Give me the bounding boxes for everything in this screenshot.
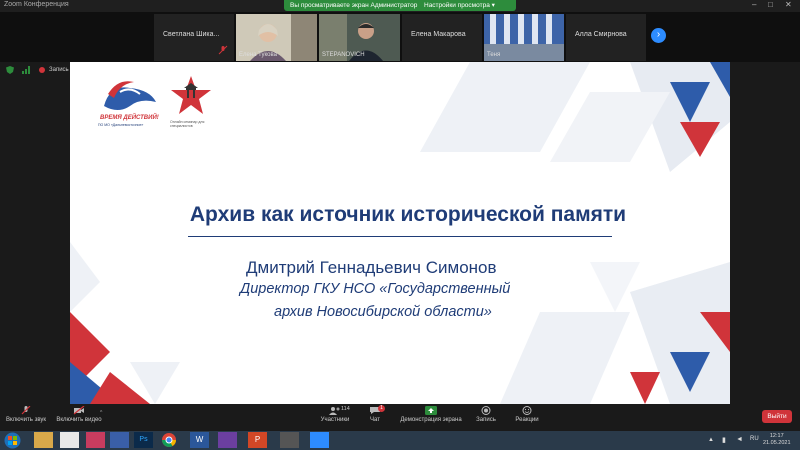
participant-video[interactable]: Елена Тукова bbox=[236, 14, 317, 61]
participant-tile[interactable]: Елена Макарова bbox=[402, 14, 482, 61]
participant-name: Светлана Шика... bbox=[163, 31, 220, 38]
reactions-label: Реакции bbox=[515, 417, 539, 423]
video-off-icon bbox=[73, 406, 85, 415]
chrome-icon[interactable] bbox=[160, 432, 178, 448]
logo-primary-text: ВРЕМЯ ДЕЙСТВИЙ! bbox=[100, 115, 159, 121]
participant-name: Елена Тукова bbox=[239, 52, 277, 58]
share-screen-label: Демонстрация экрана bbox=[400, 417, 462, 423]
tray-chevron-icon[interactable]: ▲ bbox=[708, 437, 714, 443]
viewing-banner: Вы просматриваете экран Администратор На… bbox=[284, 0, 516, 11]
logo-secondary-text: ПО МО «Дальневосточное» bbox=[98, 123, 144, 127]
title-underline bbox=[188, 236, 612, 237]
participant-tile[interactable]: Алла Смирнова bbox=[566, 14, 646, 61]
microphone-app-icon[interactable] bbox=[280, 432, 299, 448]
participant-video[interactable]: Теня bbox=[484, 14, 564, 61]
star-emblem-icon bbox=[171, 76, 211, 114]
unmute-button[interactable]: Включить звук bbox=[4, 406, 48, 423]
muted-mic-icon bbox=[218, 45, 228, 55]
participant-name: Елена Макарова bbox=[411, 31, 466, 38]
signal-icon bbox=[22, 66, 30, 74]
start-video-label: Включить видео bbox=[56, 417, 102, 423]
speaker-position-line2: архив Новосибирской области» bbox=[274, 304, 492, 320]
participants-count: 114 bbox=[341, 406, 350, 412]
powerpoint-icon[interactable]: P bbox=[248, 432, 267, 448]
recording-label: Запись bbox=[49, 67, 69, 73]
chat-badge: 1 bbox=[378, 405, 385, 412]
word-icon[interactable]: W bbox=[190, 432, 209, 448]
muted-mic-icon bbox=[21, 406, 31, 415]
explorer-icon[interactable] bbox=[34, 432, 53, 448]
system-clock[interactable]: 12:17 21.05.2021 bbox=[763, 433, 791, 447]
share-screen-button[interactable]: Демонстрация экрана bbox=[398, 406, 464, 423]
clock-time: 12:17 bbox=[769, 433, 784, 439]
participants-icon bbox=[329, 407, 340, 415]
app-title: Zoom Конференция bbox=[4, 1, 69, 8]
participant-video[interactable]: STEPANOVICH bbox=[319, 14, 400, 61]
record-icon bbox=[481, 406, 491, 415]
store-icon[interactable] bbox=[110, 432, 129, 448]
chevron-up-icon[interactable]: ^ bbox=[100, 410, 102, 416]
participant-name: Теня bbox=[487, 52, 501, 58]
volume-icon[interactable]: ◄ bbox=[736, 436, 743, 443]
start-video-button[interactable]: Включить видео bbox=[54, 406, 104, 423]
chat-label: Чат bbox=[370, 417, 380, 423]
vremya-deystviy-logo-icon bbox=[104, 81, 156, 110]
speaker-position-line1: Директор ГКУ НСО «Государственный bbox=[240, 281, 511, 297]
record-label: Запись bbox=[476, 417, 496, 423]
view-options-button[interactable]: Настройки просмотра ▾ bbox=[424, 0, 495, 11]
slide-title: Архив как источник исторической памяти bbox=[189, 203, 627, 226]
share-screen-icon bbox=[425, 406, 437, 415]
unmute-label: Включить звук bbox=[5, 417, 46, 423]
notepad-icon[interactable] bbox=[60, 432, 79, 448]
maximize-icon[interactable]: □ bbox=[768, 0, 773, 9]
participant-tile[interactable]: Светлана Шика... bbox=[154, 14, 234, 61]
photoshop-icon[interactable]: Ps bbox=[134, 432, 153, 448]
participant-name: Алла Смирнова bbox=[575, 31, 627, 38]
smiley-icon bbox=[522, 406, 532, 415]
speaker-name: Дмитрий Геннадьевич Симонов bbox=[246, 258, 497, 277]
reactions-button[interactable]: Реакции bbox=[512, 406, 542, 423]
viber-icon[interactable] bbox=[218, 432, 237, 448]
language-icon[interactable]: RU bbox=[750, 436, 759, 442]
banner-text: Вы просматриваете экран Администратор bbox=[290, 2, 418, 9]
record-dot-icon bbox=[39, 67, 45, 73]
record-button[interactable]: Запись bbox=[474, 406, 498, 423]
network-icon[interactable]: ▮ bbox=[722, 436, 726, 444]
next-page-button[interactable]: › bbox=[651, 28, 666, 43]
zoom-icon[interactable] bbox=[310, 432, 329, 448]
shared-slide: ВРЕМЯ ДЕЙСТВИЙ! ПО МО «Дальневосточное» … bbox=[70, 62, 730, 404]
participant-name: STEPANOVICH bbox=[322, 52, 365, 58]
app-icon[interactable] bbox=[86, 432, 105, 448]
minimize-icon[interactable]: – bbox=[752, 0, 756, 9]
clock-date: 21.05.2021 bbox=[763, 440, 791, 446]
participants-label: Участники bbox=[320, 417, 350, 423]
leave-meeting-button[interactable]: Выйти bbox=[762, 410, 792, 423]
close-icon[interactable]: ✕ bbox=[785, 0, 792, 9]
start-button-icon[interactable] bbox=[4, 432, 21, 449]
shield-icon bbox=[6, 66, 14, 74]
participants-strip bbox=[0, 12, 800, 62]
seminar-logo-text: Онлайн семинар для специалистов bbox=[170, 120, 205, 128]
